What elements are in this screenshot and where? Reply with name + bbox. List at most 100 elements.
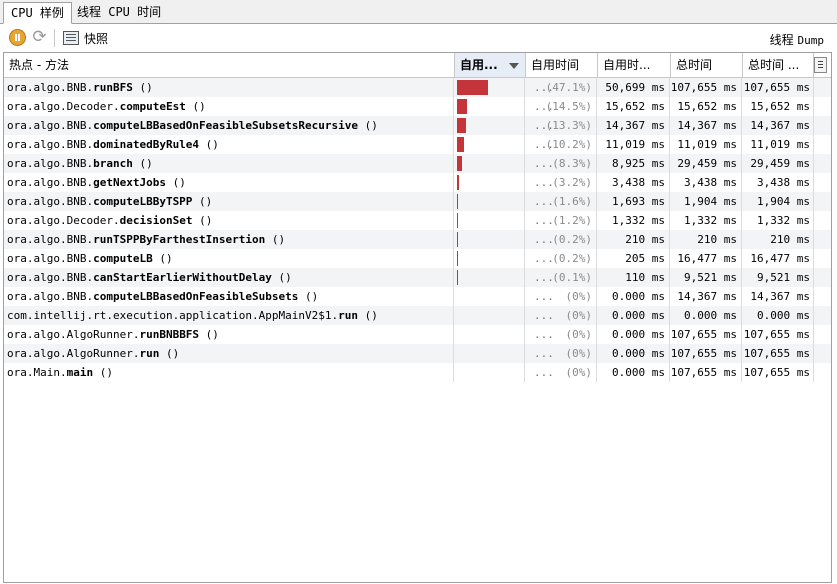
table-row[interactable]: ora.algo.AlgoRunner.runBNBBFS ()... (0%) 0… [4, 325, 831, 344]
method-class: ora.algo.BNB. [7, 233, 94, 246]
tab-cpu-samples[interactable]: CPU 样例 [3, 2, 72, 24]
method-cell: ora.algo.BNB.computeLBBasedOnFeasibleSub… [4, 116, 454, 135]
sort-desc-icon [509, 63, 519, 69]
table-row[interactable]: ora.algo.BNB.computeLBBasedOnFeasibleSub… [4, 287, 831, 306]
self-time-pct: (47.1%) [545, 81, 592, 94]
self-time-cell: 205 ms [597, 249, 670, 268]
method-class: ora.algo.BNB. [7, 138, 94, 151]
table-row[interactable]: ora.Main.main ()... (0%) 0.000 ms 107,655 m… [4, 363, 831, 382]
self-time-cell: 110 ms [597, 268, 670, 287]
method-name: run [338, 309, 359, 322]
column-selector-icon[interactable] [814, 57, 827, 73]
table-row[interactable]: com.intellij.rt.execution.application.Ap… [4, 306, 831, 325]
toolbar: ⟳ 快照 线程 Dump [0, 25, 837, 51]
col-header-self-time-pct[interactable]: 自用时间 [526, 53, 598, 77]
self-time-bar [457, 137, 464, 152]
hotspots-table: 热点 - 方法 自用... 自用时间 自用时... 总时间 总时间 ... or… [3, 52, 832, 583]
self-time-cell: 3,438 ms [597, 173, 670, 192]
pct-ellipsis: ... [534, 157, 554, 170]
method-name: computeLBByTSPP [93, 195, 193, 208]
self-time-bar-cell [454, 78, 525, 97]
self-time-pct-cell: ... (14.5%) [525, 97, 597, 116]
method-cell: ora.algo.Decoder.computeEst () [4, 97, 454, 116]
method-args: () [358, 119, 378, 132]
total-time-cell-2: 210 ms [742, 230, 814, 249]
method-args: () [358, 309, 378, 322]
snapshot-button[interactable]: 快照 [84, 30, 108, 47]
col-header-total-time-2[interactable]: 总时间 ... [743, 53, 814, 77]
method-class: ora.Main. [7, 366, 67, 379]
table-row[interactable]: ora.algo.BNB.dominatedByRule4 () ... (10.2… [4, 135, 831, 154]
total-time-cell: 14,367 ms [670, 287, 742, 306]
total-time-cell-2: 14,367 ms [742, 287, 814, 306]
self-time-bar [457, 80, 489, 95]
self-time-bar-cell [454, 230, 525, 249]
method-args: () [159, 347, 180, 360]
pct-ellipsis: ... [534, 252, 554, 265]
table-row[interactable]: ora.algo.BNB.computeLBByTSPP ()... (1.6%)… [4, 192, 831, 211]
self-time-pct: (14.5%) [545, 100, 592, 113]
method-name: runBNBBFS [139, 328, 200, 341]
table-row[interactable]: ora.algo.AlgoRunner.run ()... (0%) 0.000 m… [4, 344, 831, 363]
table-row[interactable]: ora.algo.BNB.branch ()... (8.3%) 8,925 ms 2… [4, 154, 831, 173]
thread-dump-label-cn: 线程 [769, 33, 794, 47]
total-time-cell: 14,367 ms [670, 116, 742, 135]
self-time-pct: (0%) [565, 347, 593, 360]
table-row[interactable]: ora.algo.Decoder.decisionSet () ... (1.2%)… [4, 211, 831, 230]
total-time-cell: 107,655 ms [670, 78, 742, 97]
self-time-pct-cell: ... (0%) [525, 344, 597, 363]
pct-ellipsis: ... [534, 290, 554, 303]
method-class: ora.algo.BNB. [7, 252, 94, 265]
self-time-bar-cell [454, 116, 525, 135]
method-name: branch [93, 157, 133, 170]
method-cell: ora.algo.BNB.getNextJobs () [4, 173, 454, 192]
table-row[interactable]: ora.algo.BNB.runTSPPByFarthestInsertion … [4, 230, 831, 249]
table-body: ora.algo.BNB.runBFS ()... (47.1%) 50,699 m… [4, 78, 831, 382]
self-time-bar-cell [454, 325, 525, 344]
self-time-pct: (0%) [565, 309, 593, 322]
total-time-cell: 210 ms [670, 230, 742, 249]
total-time-cell-2: 0.000 ms [742, 306, 814, 325]
table-row[interactable]: ora.algo.BNB.computeLB ()... (0.2%) 205 ms… [4, 249, 831, 268]
pause-icon[interactable] [9, 29, 26, 46]
self-time-cell: 0.000 ms [597, 306, 670, 325]
tab-bar: CPU 样例 线程 CPU 时间 [0, 0, 837, 24]
self-time-pct-cell: ... (3.2%) [525, 173, 597, 192]
table-row[interactable]: ora.algo.BNB.runBFS () ... (47.1%) 50,699 m… [4, 78, 831, 97]
refresh-icon[interactable]: ⟳ [31, 29, 48, 46]
total-time-cell: 107,655 ms [670, 363, 742, 382]
method-class: ora.algo.BNB. [7, 271, 94, 284]
col-header-self-bar[interactable]: 自用... [455, 53, 526, 77]
self-time-pct-cell: ... (0.2%) [525, 230, 597, 249]
method-cell: ora.algo.BNB.computeLBBasedOnFeasibleSub… [4, 287, 454, 306]
snapshot-icon[interactable] [63, 31, 79, 45]
thread-dump-button[interactable]: 线程 Dump [770, 31, 824, 48]
total-time-cell: 107,655 ms [670, 344, 742, 363]
tab-thread-cpu-time[interactable]: 线程 CPU 时间 [70, 2, 168, 24]
total-time-cell-2: 107,655 ms [742, 363, 814, 382]
self-time-bar-cell [454, 287, 525, 306]
self-time-pct: (0.1%) [552, 271, 592, 284]
method-class: ora.algo.Decoder. [7, 100, 120, 113]
self-time-pct: (13.3%) [545, 119, 592, 132]
method-cell: ora.algo.AlgoRunner.run () [4, 344, 454, 363]
self-time-bar-cell [454, 211, 525, 230]
self-time-pct: (10.2%) [545, 138, 592, 151]
col-header-method[interactable]: 热点 - 方法 [4, 53, 455, 77]
self-time-pct-cell: ... (0%) [525, 363, 597, 382]
table-row[interactable]: ora.algo.Decoder.computeEst () ... (14.5%)… [4, 97, 831, 116]
table-row[interactable]: ora.algo.BNB.computeLBBasedOnFeasibleSub… [4, 116, 831, 135]
method-args: () [165, 176, 186, 189]
total-time-cell: 0.000 ms [670, 306, 742, 325]
method-args: () [132, 81, 153, 94]
pct-ellipsis: ... [534, 328, 554, 341]
method-cell: ora.algo.Decoder.decisionSet () [4, 211, 454, 230]
method-name: main [66, 366, 94, 379]
method-args: () [192, 214, 213, 227]
col-header-total-time[interactable]: 总时间 [671, 53, 743, 77]
self-time-bar [457, 213, 458, 228]
table-row[interactable]: ora.algo.BNB.getNextJobs () ... (3.2%) 3,43… [4, 173, 831, 192]
col-header-self-time[interactable]: 自用时... [598, 53, 671, 77]
self-time-pct-cell: ... (1.2%) [525, 211, 597, 230]
table-row[interactable]: ora.algo.BNB.canStartEarlierWithoutDelay… [4, 268, 831, 287]
